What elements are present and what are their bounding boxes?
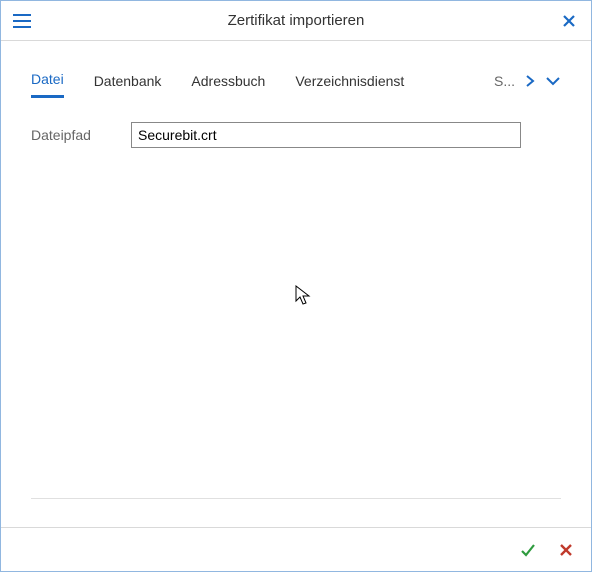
tab-overflow-controls: S... bbox=[494, 73, 561, 97]
chevron-right-icon bbox=[525, 74, 535, 88]
tab-dropdown[interactable] bbox=[545, 76, 561, 94]
check-icon bbox=[519, 541, 537, 559]
menu-icon[interactable] bbox=[13, 11, 33, 31]
tab-overflow-indicator: S... bbox=[494, 73, 515, 97]
cancel-button[interactable] bbox=[555, 539, 577, 561]
chevron-down-icon bbox=[545, 76, 561, 86]
close-button[interactable] bbox=[559, 11, 579, 31]
filepath-label: Dateipfad bbox=[31, 127, 131, 143]
content-area: Datei Datenbank Adressbuch Verzeichnisdi… bbox=[1, 41, 591, 498]
tab-adressbuch[interactable]: Adressbuch bbox=[191, 73, 265, 97]
tab-bar: Datei Datenbank Adressbuch Verzeichnisdi… bbox=[31, 71, 561, 98]
tab-datei[interactable]: Datei bbox=[31, 71, 64, 98]
dialog-window: Zertifikat importieren Datei Datenbank A… bbox=[0, 0, 592, 572]
titlebar: Zertifikat importieren bbox=[1, 1, 591, 41]
tab-scroll-right[interactable] bbox=[525, 74, 535, 96]
close-icon bbox=[562, 14, 576, 28]
dialog-title: Zertifikat importieren bbox=[1, 12, 591, 29]
x-icon bbox=[558, 542, 574, 558]
confirm-button[interactable] bbox=[517, 539, 539, 561]
spacer bbox=[1, 499, 591, 527]
tab-verzeichnisdienst[interactable]: Verzeichnisdienst bbox=[295, 73, 404, 97]
footer bbox=[1, 527, 591, 571]
filepath-row: Dateipfad bbox=[31, 122, 561, 148]
filepath-input[interactable] bbox=[131, 122, 521, 148]
tab-datenbank[interactable]: Datenbank bbox=[94, 73, 162, 97]
